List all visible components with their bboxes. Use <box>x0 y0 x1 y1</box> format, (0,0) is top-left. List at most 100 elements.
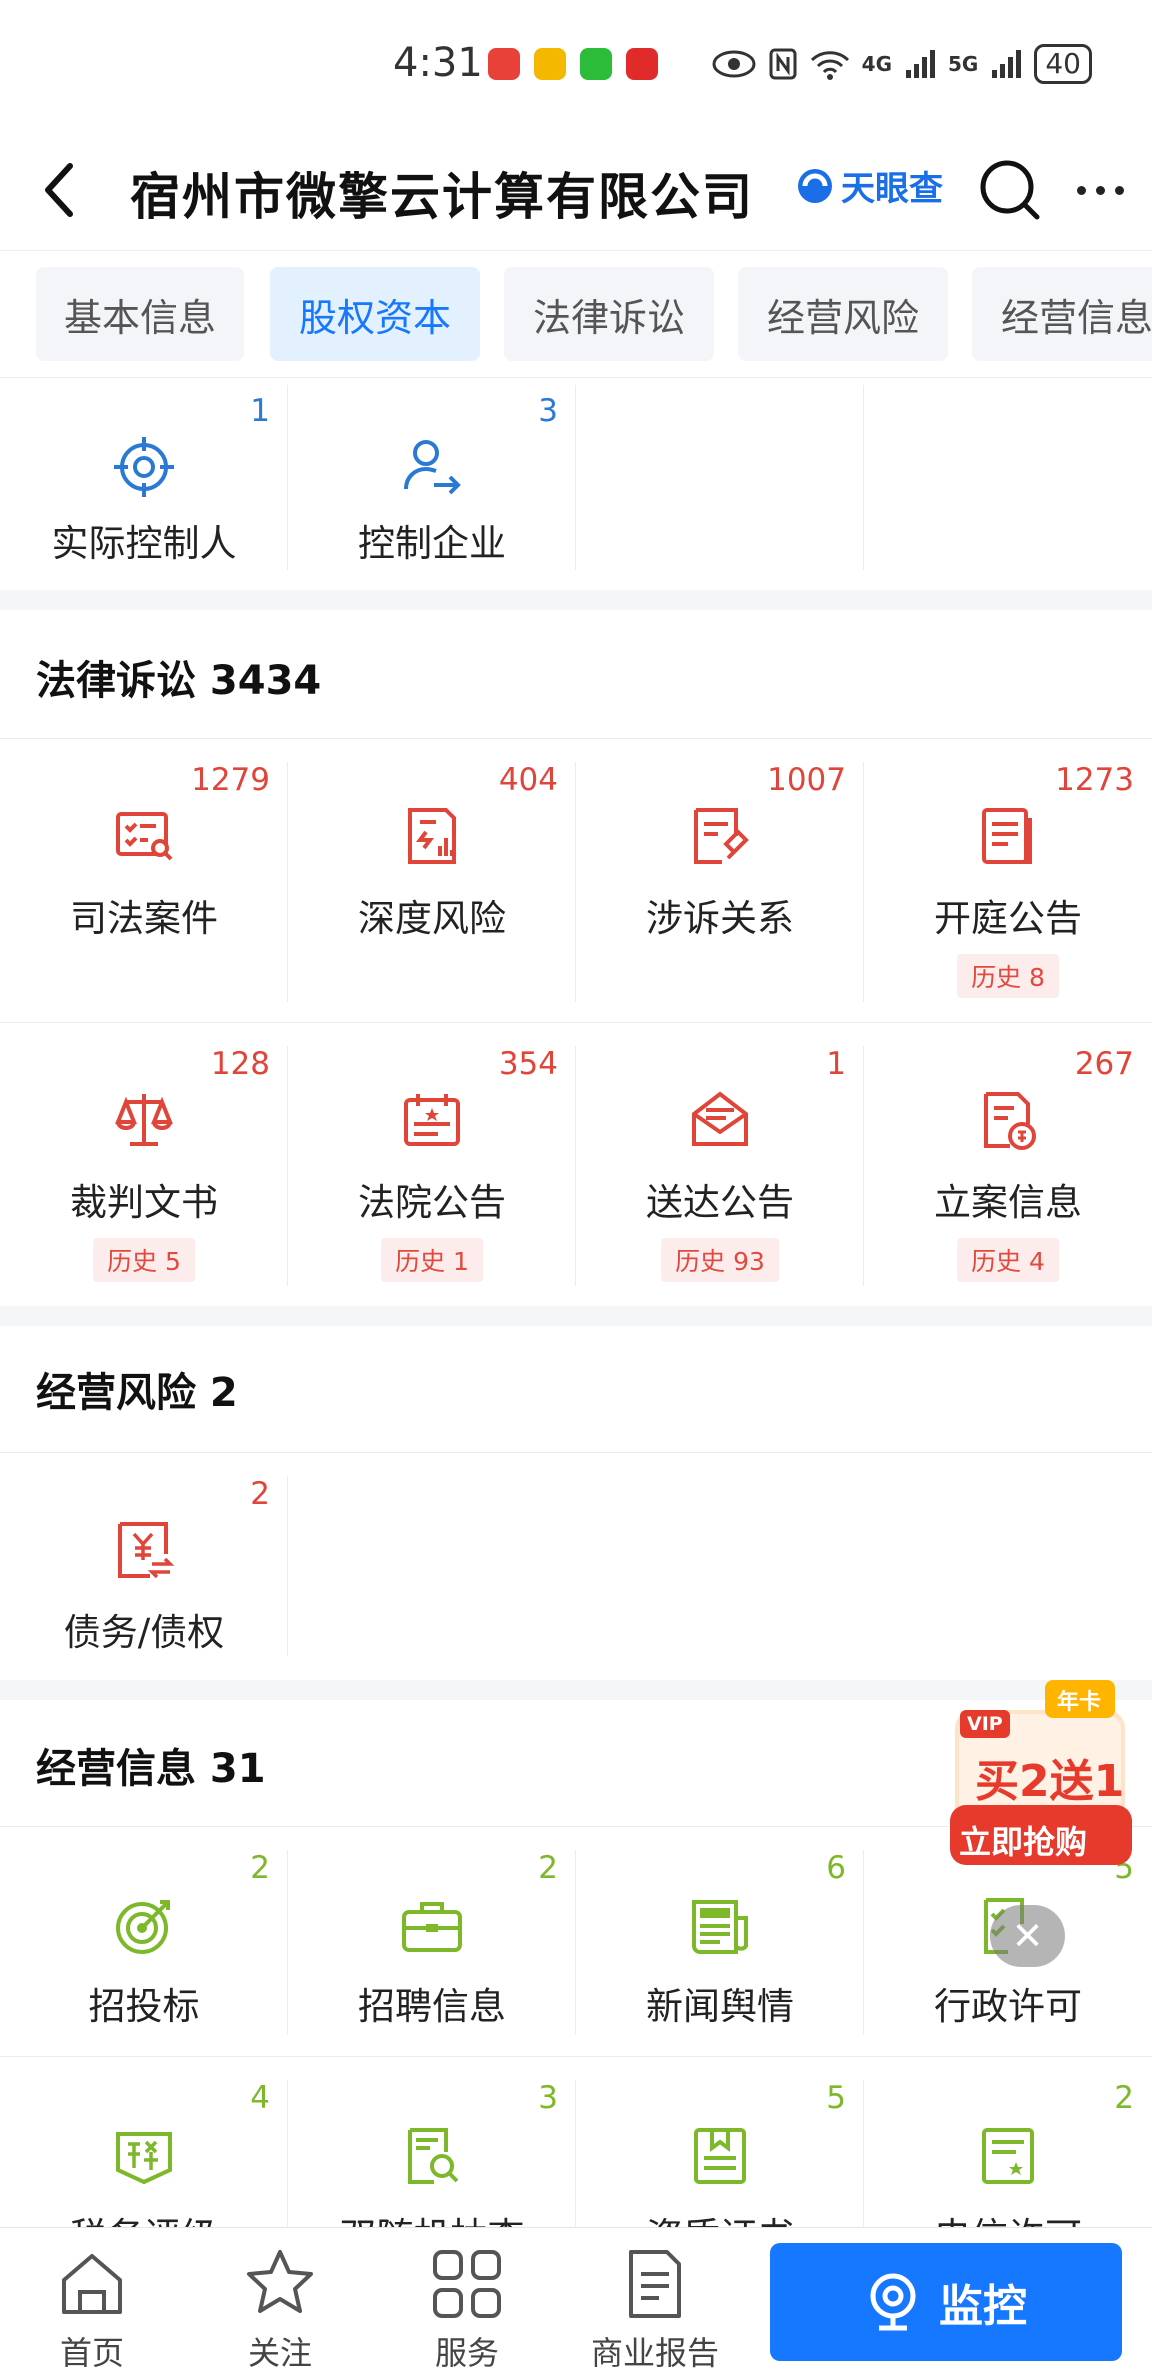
grid-item-empty <box>576 385 864 570</box>
red-app-icon <box>626 48 658 80</box>
nav-item-service[interactable]: 服务 <box>407 2246 527 2374</box>
certificate-icon <box>694 2128 746 2184</box>
monitor-button[interactable]: 监控 <box>770 2243 1122 2361</box>
more-button[interactable] <box>1065 155 1135 225</box>
monitor-label: 监控 <box>939 2281 1027 2332</box>
tab-equity-capital[interactable]: 股权资本 <box>270 267 480 361</box>
item-label: 招投标 <box>88 1985 200 2028</box>
grid-item-debt-credit[interactable]: 2 债务/债权 <box>0 1476 288 1656</box>
grid-item-service-notice[interactable]: 1 送达公告 历史 93 <box>576 1046 864 1286</box>
item-count: 3 <box>538 393 558 429</box>
item-count: 3 <box>538 2080 558 2116</box>
promo-headline: 买2送1 <box>975 1756 1125 1807</box>
grid-item-recruitment[interactable]: 2 招聘信息 <box>288 1850 576 2035</box>
grid-item-news[interactable]: 6 新闻舆情 <box>576 1850 864 2035</box>
debt-icon <box>118 1522 175 1579</box>
promo-cta: 立即抢购 <box>959 1823 1088 1861</box>
item-count: 2 <box>538 1850 558 1886</box>
grid-item-court-announcement[interactable]: 354 法院公告 历史 1 <box>288 1046 576 1286</box>
item-label: 行政许可 <box>934 1985 1082 2028</box>
section-divider <box>0 590 1152 610</box>
page-title: 宿州市微擎云计算有限公司 <box>130 168 754 226</box>
item-count: 1007 <box>767 762 846 798</box>
promo-badge-vip: VIP <box>967 1713 1003 1735</box>
item-label: 开庭公告 <box>934 897 1082 940</box>
back-button[interactable] <box>30 155 90 225</box>
grid-item-telecom-license[interactable]: 2 电信许可 <box>864 2080 1152 2258</box>
grid-item-deep-risk[interactable]: 404 深度风险 <box>288 762 576 1002</box>
item-label: 招聘信息 <box>358 1985 506 2028</box>
grid-item-actual-controller[interactable]: 1 实际控制人 <box>0 385 288 570</box>
item-count: 6 <box>826 1850 846 1886</box>
eye-icon <box>712 50 756 78</box>
history-badge: 历史 5 <box>93 1238 195 1282</box>
more-dot-icon <box>1114 185 1124 195</box>
grid-item-tax-rating[interactable]: 4 税务评级 <box>0 2080 288 2258</box>
telecom-permit-icon <box>982 2128 1034 2184</box>
case-search-icon <box>116 812 173 861</box>
nav-item-follow[interactable]: 关注 <box>220 2246 340 2374</box>
signal-4g-label: 4G <box>861 52 893 76</box>
history-badge: 历史 4 <box>957 1238 1059 1282</box>
item-label: 深度风险 <box>358 897 506 940</box>
history-badge: 历史 1 <box>381 1238 483 1282</box>
more-dot-icon <box>1076 185 1086 195</box>
status-icons: 4G 5G 40 <box>712 44 1092 84</box>
court-notice-icon <box>982 808 1032 864</box>
item-count: 2 <box>250 1476 270 1512</box>
tab-basic-info[interactable]: 基本信息 <box>36 267 244 361</box>
grid-item-litigation-relations[interactable]: 1007 涉诉关系 <box>576 762 864 1002</box>
brand-logo[interactable]: 天眼查 <box>795 161 943 210</box>
item-count: 404 <box>498 762 558 798</box>
item-label: 立案信息 <box>934 1181 1082 1224</box>
signal-5g-label: 5G <box>948 52 979 76</box>
promo-badge-top: 年卡 <box>1057 1690 1102 1715</box>
news-icon <box>692 1900 748 1954</box>
home-icon <box>62 2254 122 2314</box>
item-label: 裁判文书 <box>70 1181 218 1224</box>
tab-legal-litigation[interactable]: 法律诉讼 <box>504 267 714 361</box>
tab-operation-risk[interactable]: 经营风险 <box>738 267 948 361</box>
grid-item-random-inspection[interactable]: 3 双随机抽查 <box>288 2080 576 2258</box>
item-count: 2 <box>250 1850 270 1886</box>
close-icon: ✕ <box>1011 1914 1044 1958</box>
weibo-app-icon <box>534 48 566 80</box>
grid-item-bidding[interactable]: 2 招投标 <box>0 1850 288 2035</box>
item-count: 4 <box>250 2080 270 2116</box>
grid-icon <box>433 2250 501 2318</box>
nav-item-business-report[interactable]: 商业报告 <box>580 2246 730 2374</box>
grid-item-qualification[interactable]: 5 资质证书 <box>576 2080 864 2258</box>
section-title-operation-risk: 经营风险 2 <box>36 1370 238 1416</box>
search-button[interactable] <box>975 155 1045 225</box>
item-count: 5 <box>826 2080 846 2116</box>
grid-item-court-notice[interactable]: 1273 开庭公告 历史 8 <box>864 762 1152 1002</box>
grid-item-filing-info[interactable]: 267 立案信息 历史 4 <box>864 1046 1152 1286</box>
history-badge: 历史 93 <box>661 1238 779 1282</box>
item-label: 送达公告 <box>646 1181 794 1224</box>
litigation-icon <box>694 808 749 864</box>
promo-close-button[interactable]: ✕ <box>990 1905 1065 1967</box>
grid-item-judicial-cases[interactable]: 1279 司法案件 <box>0 762 288 1002</box>
user-transfer-icon <box>404 440 461 495</box>
item-label: 实际控制人 <box>51 522 237 565</box>
grid-item-judgment-documents[interactable]: 128 裁判文书 历史 5 <box>0 1046 288 1286</box>
nav-label: 商业报告 <box>590 2334 719 2372</box>
vip-promo-badge[interactable]: 年卡 VIP 买2送1 立即抢购 <box>945 1680 1135 1875</box>
huawei-app-icon <box>488 48 520 80</box>
nav-item-home[interactable]: 首页 <box>32 2246 152 2374</box>
nav-label: 服务 <box>434 2334 499 2372</box>
tianyancha-logo-icon <box>798 168 832 203</box>
item-count: 1273 <box>1055 762 1134 798</box>
briefcase-icon <box>402 1902 462 1952</box>
signal-bars-icon <box>906 50 936 78</box>
inspection-icon <box>408 2128 459 2184</box>
divider-line <box>0 738 1152 739</box>
scales-icon <box>115 1094 173 1146</box>
divider-line <box>0 1452 1152 1453</box>
item-label: 涉诉关系 <box>646 897 794 940</box>
item-count: 2 <box>1114 2080 1134 2116</box>
tab-operation-info[interactable]: 经营信息 <box>972 267 1152 361</box>
item-count: 1279 <box>191 762 270 798</box>
grid-item-controlled-companies[interactable]: 3 控制企业 <box>288 385 576 570</box>
nfc-icon <box>769 48 797 80</box>
